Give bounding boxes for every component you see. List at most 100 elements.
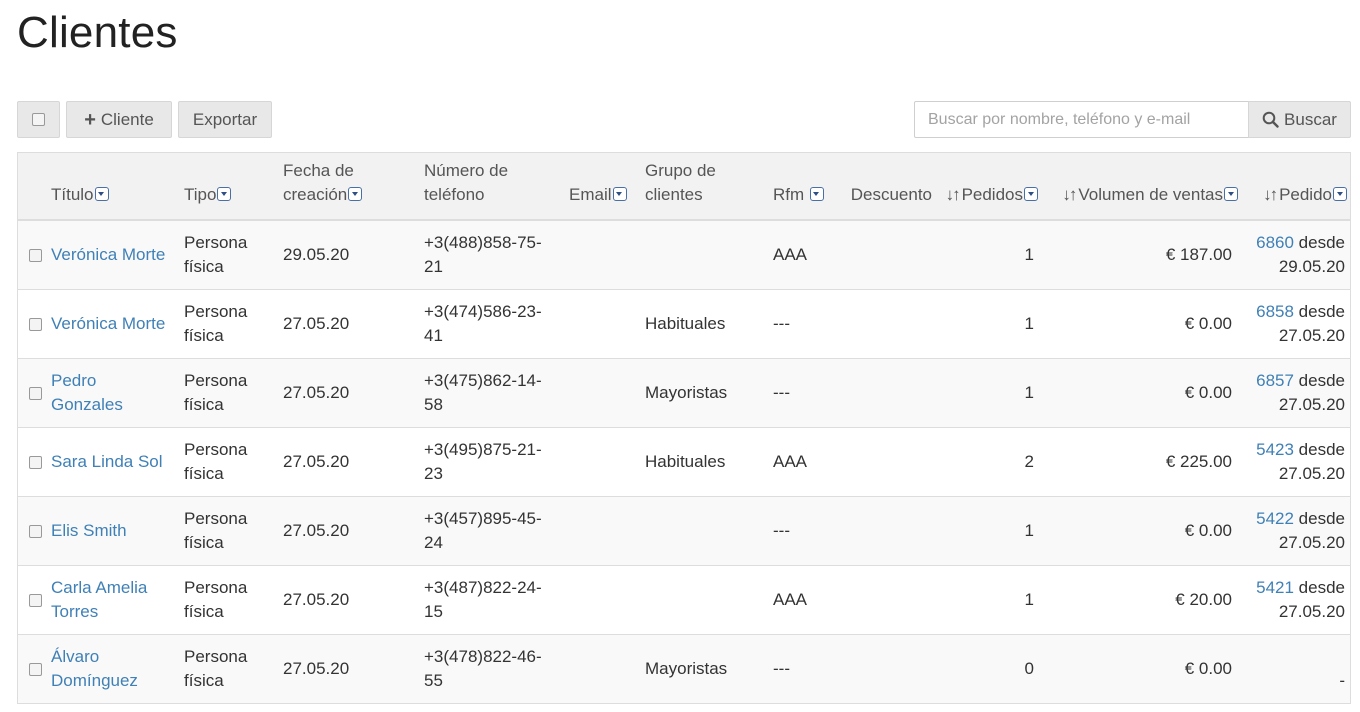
phone-cell: +3(487)822-24- 15 [424,565,569,635]
table-row: Verónica Morte Persona física 29.05.20 +3… [18,220,1350,290]
filter-dropdown-icon[interactable] [612,187,627,201]
phone-cell: +3(457)895-45- 24 [424,496,569,566]
client-name-link[interactable]: Verónica Morte [51,245,165,264]
order-link[interactable]: 6860 [1256,233,1294,252]
sort-icon[interactable]: ↓↑ [1062,185,1077,204]
row-checkbox[interactable] [29,386,42,400]
orders-count-cell: 1 [932,289,1041,359]
client-name-cell: Elis Smith [51,496,184,566]
client-group-cell: Habituales [641,289,768,359]
sort-icon[interactable]: ↓↑ [1263,185,1278,204]
sales-volume-cell: € 0.00 [1041,634,1244,704]
header-checkbox-cell [18,153,51,221]
export-label: Exportar [192,109,258,129]
row-checkbox[interactable] [29,593,42,607]
filter-dropdown-icon[interactable] [217,187,232,201]
sales-volume-cell: € 0.00 [1041,358,1244,428]
header-title[interactable]: Título [51,153,184,221]
email-cell [569,565,641,635]
client-type-cell: Persona física [184,358,283,428]
row-checkbox[interactable] [29,455,42,469]
add-client-button[interactable]: + Cliente [66,101,172,138]
header-email[interactable]: Email [569,153,641,221]
row-checkbox[interactable] [29,662,42,676]
header-orders[interactable]: ↓↑ Pedidos [932,153,1041,221]
row-checkbox-cell [18,634,51,704]
rfm-cell: --- [768,289,833,359]
row-checkbox[interactable] [29,248,42,262]
table-row: Álvaro Domínguez Persona física 27.05.20 +… [18,634,1350,704]
filter-dropdown-icon[interactable] [348,187,363,201]
header-sales[interactable]: ↓↑ Volumen de ventas [1041,153,1244,221]
last-order-cell: - [1244,634,1350,704]
row-checkbox[interactable] [29,317,42,331]
order-link[interactable]: 5421 [1256,578,1294,597]
sort-icon[interactable]: ↓↑ [946,185,961,204]
email-cell [569,427,641,497]
filter-dropdown-icon[interactable] [809,187,824,201]
creation-date-cell: 27.05.20 [283,634,424,704]
export-button[interactable]: Exportar [178,101,272,138]
order-link[interactable]: 5423 [1256,440,1294,459]
orders-count-cell: 1 [932,358,1041,428]
sales-volume-cell: € 0.00 [1041,289,1244,359]
filter-dropdown-icon[interactable] [1024,187,1038,201]
rfm-cell: --- [768,634,833,704]
client-name-link[interactable]: Pedro Gonzales [51,371,123,414]
search-button[interactable]: Buscar [1248,101,1351,138]
creation-date-cell: 27.05.20 [283,289,424,359]
page-title: Clientes [17,8,178,57]
order-link[interactable]: 6857 [1256,371,1294,390]
client-name-link[interactable]: Sara Linda Sol [51,452,163,471]
header-order[interactable]: ↓↑ Pedido [1244,153,1350,221]
filter-dropdown-icon[interactable] [94,187,109,201]
row-checkbox-cell [18,496,51,566]
last-order-cell: 6858 desde 27.05.20 [1244,289,1350,359]
client-name-link[interactable]: Verónica Morte [51,314,165,333]
phone-cell: +3(475)862-14- 58 [424,358,569,428]
creation-date-cell: 27.05.20 [283,565,424,635]
last-order-cell: 6860 desde 29.05.20 [1244,220,1350,290]
search-label: Buscar [1284,109,1337,129]
orders-count-cell: 0 [932,634,1041,704]
client-group-cell: Mayoristas [641,358,768,428]
rfm-cell: --- [768,358,833,428]
row-checkbox-cell [18,220,51,290]
client-name-link[interactable]: Carla Amelia Torres [51,578,147,621]
phone-cell: +3(488)858-75- 21 [424,220,569,290]
creation-date-cell: 29.05.20 [283,220,424,290]
row-checkbox-cell [18,427,51,497]
client-name-link[interactable]: Álvaro Domínguez [51,647,138,690]
search-input[interactable] [914,101,1249,138]
header-type[interactable]: Tipo [184,153,283,221]
creation-date-cell: 27.05.20 [283,358,424,428]
last-order-cell: 6857 desde 27.05.20 [1244,358,1350,428]
row-checkbox-cell [18,565,51,635]
email-cell [569,220,641,290]
orders-count-cell: 1 [932,565,1041,635]
filter-dropdown-icon[interactable] [1333,187,1347,201]
table-row: Carla Amelia Torres Persona física 27.05.2… [18,565,1350,635]
select-all-checkbox[interactable] [32,113,45,126]
header-date[interactable]: Fecha de creación [283,153,424,221]
header-rfm[interactable]: Rfm [768,153,833,221]
last-order-cell: 5421 desde 27.05.20 [1244,565,1350,635]
client-name-link[interactable]: Elis Smith [51,521,127,540]
sales-volume-cell: € 20.00 [1041,565,1244,635]
orders-count-cell: 1 [932,496,1041,566]
select-all-button[interactable] [17,101,60,138]
table-row: Pedro Gonzales Persona física 27.05.20 +3(… [18,358,1350,428]
order-link[interactable]: 6858 [1256,302,1294,321]
rfm-cell: AAA [768,427,833,497]
row-checkbox[interactable] [29,524,42,538]
email-cell [569,634,641,704]
filter-dropdown-icon[interactable] [1224,187,1238,201]
client-type-cell: Persona física [184,496,283,566]
client-group-cell [641,565,768,635]
order-link[interactable]: 5422 [1256,509,1294,528]
sales-volume-cell: € 0.00 [1041,496,1244,566]
client-group-cell: Mayoristas [641,634,768,704]
client-type-cell: Persona física [184,220,283,290]
discount-cell [833,427,932,497]
phone-cell: +3(474)586-23- 41 [424,289,569,359]
